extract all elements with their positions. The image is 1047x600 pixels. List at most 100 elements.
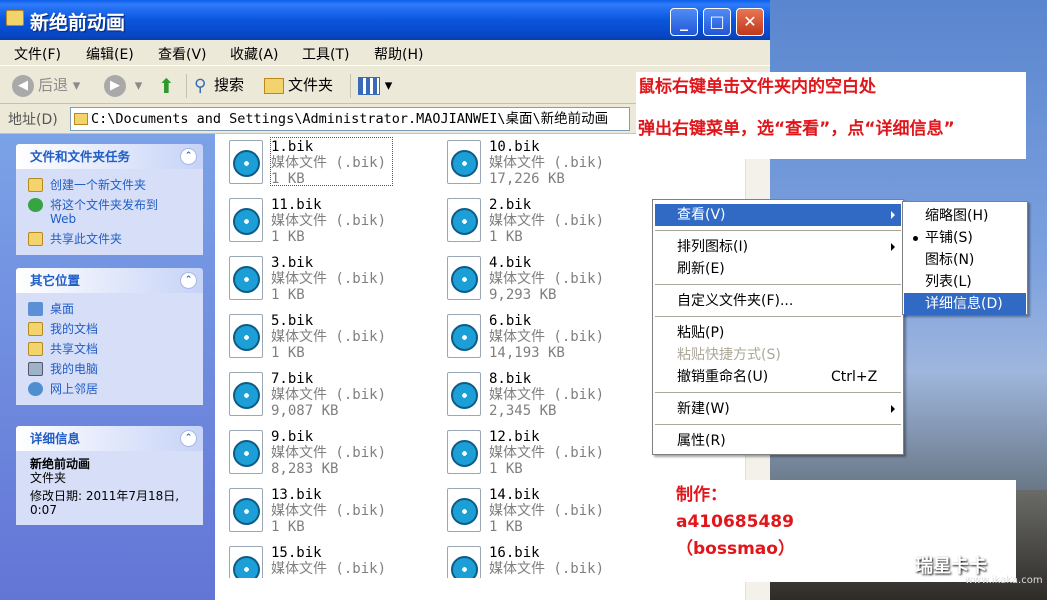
file-item[interactable]: 11.bik 媒体文件 (.bik) 1 KB xyxy=(215,194,425,250)
file-name: 13.bik xyxy=(271,487,322,503)
file-item[interactable]: 8.bik 媒体文件 (.bik) 2,345 KB xyxy=(433,368,643,424)
file-size: 1 KB xyxy=(489,229,523,245)
media-file-icon xyxy=(229,430,263,474)
file-type: 媒体文件 (.bik) xyxy=(271,387,387,403)
file-item[interactable]: 2.bik 媒体文件 (.bik) 1 KB xyxy=(433,194,643,250)
submenu-arrow-icon xyxy=(891,243,895,251)
file-name: 2.bik xyxy=(489,197,532,213)
file-name: 10.bik xyxy=(489,139,540,155)
file-size: 2,345 KB xyxy=(489,403,557,419)
file-name: 11.bik xyxy=(271,197,322,213)
file-type: 媒体文件 (.bik) xyxy=(489,445,605,461)
file-name: 5.bik xyxy=(271,313,314,329)
file-item[interactable]: 12.bik 媒体文件 (.bik) 1 KB xyxy=(433,426,643,482)
media-file-icon xyxy=(229,372,263,416)
file-size: 9,293 KB xyxy=(489,287,557,303)
view-icons[interactable]: 图标(N) xyxy=(904,249,1026,271)
media-file-icon xyxy=(229,546,263,578)
media-file-icon xyxy=(447,372,481,416)
file-name: 8.bik xyxy=(489,371,532,387)
file-type: 媒体文件 (.bik) xyxy=(489,387,605,403)
ctx-properties[interactable]: 属性(R) xyxy=(655,430,901,452)
ctx-view[interactable]: 查看(V) xyxy=(655,204,901,226)
file-item[interactable]: 4.bik 媒体文件 (.bik) 9,293 KB xyxy=(433,252,643,308)
file-item[interactable]: 16.bik 媒体文件 (.bik) xyxy=(433,542,643,578)
instruction-note: 鼠标右键单击文件夹内的空白处 弹出右键菜单，选“查看”，点“详细信息” xyxy=(636,72,1026,159)
media-file-icon xyxy=(229,256,263,300)
media-file-icon xyxy=(447,198,481,242)
undo-shortcut: Ctrl+Z xyxy=(831,369,878,385)
instruction-line-1: 鼠标右键单击文件夹内的空白处 xyxy=(638,77,876,97)
file-size: 1 KB xyxy=(271,345,305,361)
media-file-icon xyxy=(447,256,481,300)
file-size: 14,193 KB xyxy=(489,345,565,361)
media-file-icon xyxy=(447,488,481,532)
file-size: 17,226 KB xyxy=(489,171,565,187)
view-submenu: 缩略图(H) 平铺(S) 图标(N) 列表(L) 详细信息(D) xyxy=(902,201,1028,315)
view-thumbnails[interactable]: 缩略图(H) xyxy=(904,205,1026,227)
file-type: 媒体文件 (.bik) xyxy=(489,213,605,229)
file-size: 1 KB xyxy=(271,287,305,303)
view-details[interactable]: 详细信息(D) xyxy=(904,293,1026,315)
file-name: 9.bik xyxy=(271,429,314,445)
file-name: 4.bik xyxy=(489,255,532,271)
file-type: 媒体文件 (.bik) xyxy=(489,561,605,577)
file-type: 媒体文件 (.bik) xyxy=(489,503,605,519)
file-size: 1 KB xyxy=(271,171,305,187)
media-file-icon xyxy=(229,314,263,358)
file-size: 1 KB xyxy=(489,519,523,535)
ctx-arrange-icons[interactable]: 排列图标(I) xyxy=(655,236,901,258)
media-file-icon xyxy=(229,140,263,184)
file-size: 8,283 KB xyxy=(271,461,339,477)
file-type: 媒体文件 (.bik) xyxy=(489,329,605,345)
file-items: 1.bik 媒体文件 (.bik) 1 KB 10.bik 媒体文件 (.bik) 17,… xyxy=(0,0,745,578)
file-size: 1 KB xyxy=(271,519,305,535)
credit-id: a410685489 xyxy=(676,512,794,532)
media-file-icon xyxy=(447,314,481,358)
media-file-icon xyxy=(447,546,481,578)
file-name: 16.bik xyxy=(489,545,540,561)
file-size: 1 KB xyxy=(271,229,305,245)
file-type: 媒体文件 (.bik) xyxy=(271,561,387,577)
file-item[interactable]: 14.bik 媒体文件 (.bik) 1 KB xyxy=(433,484,643,540)
ctx-paste[interactable]: 粘贴(P) xyxy=(655,322,901,344)
media-file-icon xyxy=(447,430,481,474)
file-name: 15.bik xyxy=(271,545,322,561)
ctx-refresh[interactable]: 刷新(E) xyxy=(655,258,901,280)
ctx-paste-shortcut: 粘贴快捷方式(S) xyxy=(677,347,781,363)
file-item[interactable]: 7.bik 媒体文件 (.bik) 9,087 KB xyxy=(215,368,425,424)
file-item[interactable]: 5.bik 媒体文件 (.bik) 1 KB xyxy=(215,310,425,366)
file-size: 9,087 KB xyxy=(271,403,339,419)
file-item[interactable]: 10.bik 媒体文件 (.bik) 17,226 KB xyxy=(433,136,643,192)
file-item[interactable]: 3.bik 媒体文件 (.bik) 1 KB xyxy=(215,252,425,308)
submenu-arrow-icon xyxy=(891,405,895,413)
media-file-icon xyxy=(447,140,481,184)
view-list[interactable]: 列表(L) xyxy=(904,271,1026,293)
file-name: 1.bik xyxy=(271,139,314,155)
file-type: 媒体文件 (.bik) xyxy=(271,213,387,229)
radio-bullet-icon xyxy=(913,236,918,241)
file-item[interactable]: 15.bik 媒体文件 (.bik) xyxy=(215,542,425,578)
file-type: 媒体文件 (.bik) xyxy=(489,155,605,171)
ctx-customize-folder[interactable]: 自定义文件夹(F)... xyxy=(655,290,901,312)
file-item[interactable]: 13.bik 媒体文件 (.bik) 1 KB xyxy=(215,484,425,540)
media-file-icon xyxy=(229,488,263,532)
media-file-icon xyxy=(229,198,263,242)
file-name: 12.bik xyxy=(489,429,540,445)
credit-label: 制作： xyxy=(676,485,727,505)
view-tiles[interactable]: 平铺(S) xyxy=(904,227,1026,249)
file-name: 7.bik xyxy=(271,371,314,387)
ctx-undo-rename[interactable]: 撤销重命名(U) Ctrl+Z xyxy=(655,366,901,388)
file-size: 1 KB xyxy=(489,461,523,477)
file-name: 14.bik xyxy=(489,487,540,503)
file-item[interactable]: 9.bik 媒体文件 (.bik) 8,283 KB xyxy=(215,426,425,482)
file-item[interactable]: 6.bik 媒体文件 (.bik) 14,193 KB xyxy=(433,310,643,366)
file-type: 媒体文件 (.bik) xyxy=(271,271,387,287)
ctx-new[interactable]: 新建(W) xyxy=(655,398,901,420)
instruction-line-2: 弹出右键菜单，选“查看”，点“详细信息” xyxy=(638,119,955,139)
file-type: 媒体文件 (.bik) xyxy=(271,155,387,171)
file-type: 媒体文件 (.bik) xyxy=(489,271,605,287)
file-type: 媒体文件 (.bik) xyxy=(271,329,387,345)
file-type: 媒体文件 (.bik) xyxy=(271,503,387,519)
file-item[interactable]: 1.bik 媒体文件 (.bik) 1 KB xyxy=(215,136,425,192)
